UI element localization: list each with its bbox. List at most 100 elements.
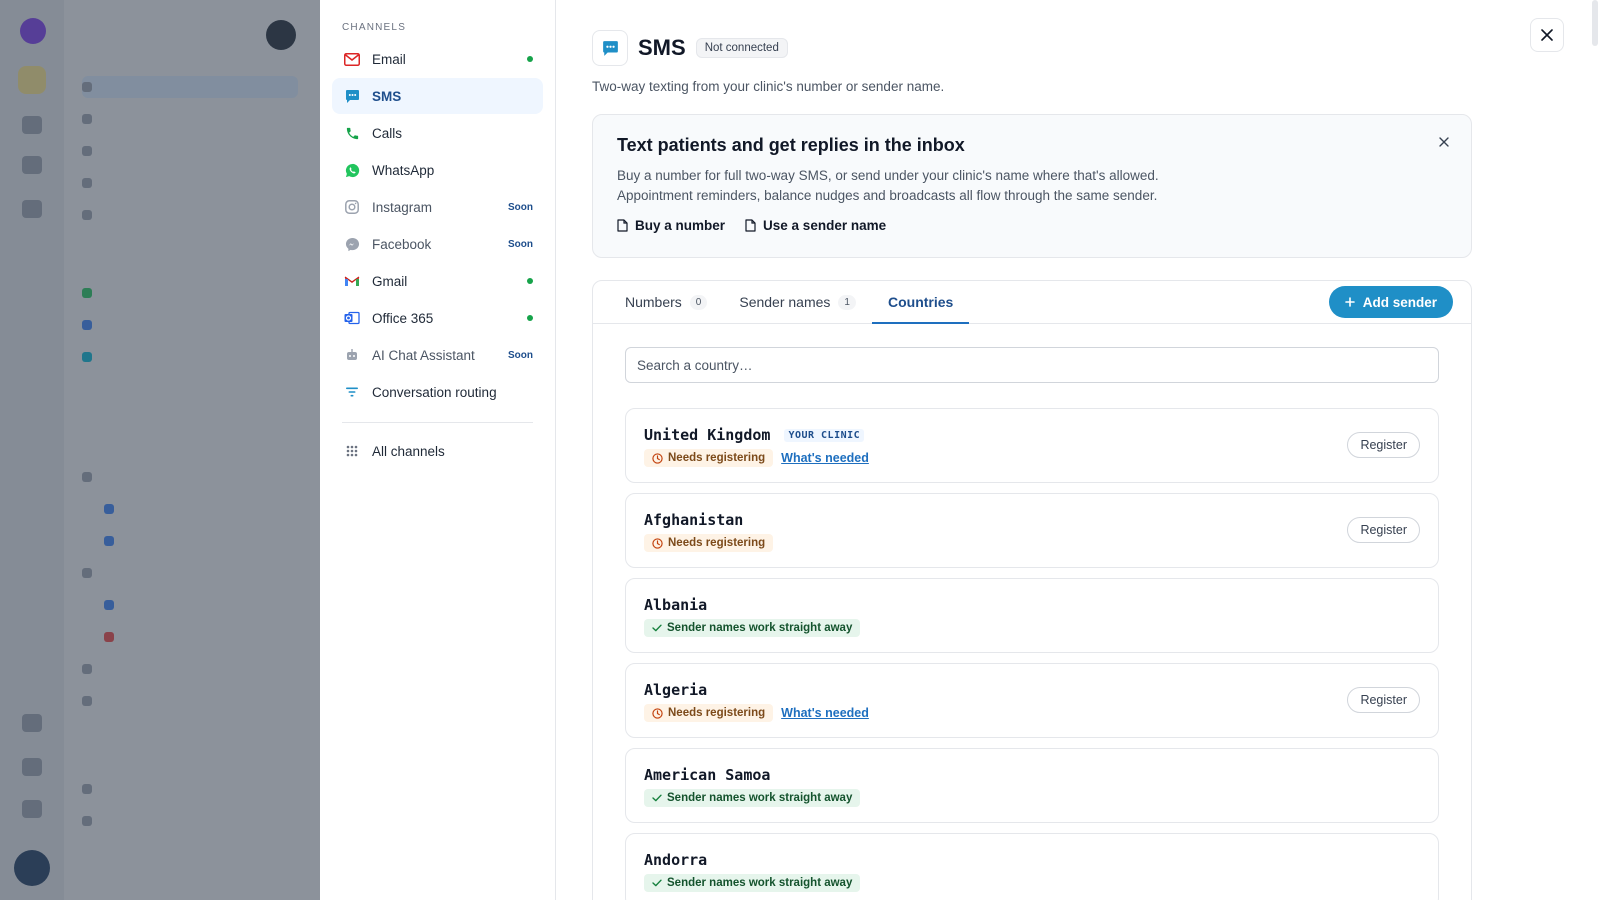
tab-bar: Numbers 0 Sender names 1 Countries Add s…	[593, 281, 1471, 324]
sidebar-item-label: All channels	[372, 443, 445, 459]
tab-label: Countries	[887, 294, 954, 310]
check-icon	[652, 624, 662, 632]
sidebar-item-label: Conversation routing	[372, 384, 497, 400]
robot-icon	[344, 347, 360, 363]
status-badge: Sender names work straight away	[644, 874, 861, 892]
tab-count: 1	[838, 294, 856, 310]
phone-icon	[344, 125, 360, 141]
sms-intro-banner: Text patients and get replies in the inb…	[592, 114, 1472, 258]
country-name: Albania	[644, 596, 708, 614]
register-button[interactable]: Register	[1347, 517, 1420, 543]
tab-label: Numbers	[625, 294, 682, 310]
status-badge: Needs registering	[644, 704, 774, 722]
sidebar-item-instagram[interactable]: Instagram Soon	[332, 189, 543, 225]
use-sender-name-link[interactable]: Use a sender name	[745, 218, 886, 233]
check-icon	[652, 879, 662, 887]
sidebar-item-all-channels[interactable]: All channels	[332, 433, 543, 469]
sidebar-item-facebook[interactable]: Facebook Soon	[332, 226, 543, 262]
tab-numbers[interactable]: Numbers 0	[609, 281, 723, 323]
banner-title: Text patients and get replies in the inb…	[617, 135, 965, 155]
page-header: SMS Not connected	[592, 30, 1600, 66]
sidebar-item-label: Calls	[372, 125, 403, 141]
connected-status-dot	[527, 278, 533, 284]
tab-sender-names[interactable]: Sender names 1	[723, 281, 872, 323]
country-name: Andorra	[644, 851, 708, 869]
sidebar-item-label: Instagram	[372, 199, 433, 215]
sidebar-item-gmail[interactable]: Gmail	[332, 263, 543, 299]
sms-icon	[344, 88, 360, 104]
sms-channel-icon	[592, 30, 628, 66]
plus-icon	[1344, 297, 1355, 307]
sidebar-item-label: Email	[372, 51, 406, 67]
sidebar-item-sms[interactable]: SMS	[332, 78, 543, 114]
channels-sidebar: CHANNELS Email SMS Calls WhatsApp Instag…	[320, 0, 556, 900]
buy-number-link[interactable]: Buy a number	[617, 218, 725, 233]
channels-modal: CHANNELS Email SMS Calls WhatsApp Instag…	[320, 0, 1600, 900]
banner-text: Buy a number for full two-way SMS, or se…	[617, 168, 1159, 183]
gmail-icon	[344, 273, 360, 289]
whats-needed-link[interactable]: What's needed	[781, 451, 869, 465]
country-card-andorra: Andorra Sender names work straight away	[625, 833, 1439, 900]
page-title: SMS	[638, 35, 686, 60]
close-modal-button[interactable]	[1530, 18, 1564, 52]
link-label: Buy a number	[635, 218, 726, 233]
instagram-icon	[344, 199, 360, 215]
sidebar-item-label: Office 365	[372, 310, 434, 326]
sidebar-item-calls[interactable]: Calls	[332, 115, 543, 151]
sidebar-divider	[342, 422, 533, 423]
status-badge: Needs registering	[644, 449, 774, 467]
banner-text: Appointment reminders, balance nudges an…	[617, 188, 1158, 203]
tab-countries[interactable]: Countries	[871, 281, 970, 324]
status-text: Sender names work straight away	[667, 622, 853, 634]
sidebar-item-whatsapp[interactable]: WhatsApp	[332, 152, 543, 188]
whats-needed-link[interactable]: What's needed	[781, 706, 869, 720]
messenger-icon	[344, 236, 360, 252]
country-search-input[interactable]	[625, 347, 1439, 383]
status-text: Needs registering	[668, 452, 766, 464]
country-card-algeria: Algeria Needs registering What's needed …	[625, 663, 1439, 738]
sidebar-item-label: Facebook	[372, 236, 432, 252]
sidebar-item-label: AI Chat Assistant	[372, 347, 475, 363]
country-card-afghanistan: Afghanistan Needs registering Register	[625, 493, 1439, 568]
your-clinic-tag: YOUR CLINIC	[784, 428, 865, 442]
country-card-united-kingdom: United Kingdom YOUR CLINIC Needs registe…	[625, 408, 1439, 483]
status-text: Needs registering	[668, 707, 766, 719]
connection-status-badge: Not connected	[695, 38, 788, 58]
status-badge: Needs registering	[644, 534, 774, 552]
sidebar-item-label: WhatsApp	[372, 162, 435, 178]
close-icon	[1439, 137, 1449, 147]
country-name: Algeria	[644, 681, 708, 699]
whatsapp-icon	[344, 162, 360, 178]
filter-icon	[344, 384, 360, 400]
clock-icon	[652, 537, 663, 549]
clock-icon	[652, 452, 663, 464]
tab-count: 0	[689, 294, 708, 310]
status-badge: Sender names work straight away	[644, 619, 861, 637]
country-name: American Samoa	[644, 766, 771, 784]
country-card-american-samoa: American Samoa Sender names work straigh…	[625, 748, 1439, 823]
sidebar-item-ai-chat-assistant[interactable]: AI Chat Assistant Soon	[332, 337, 543, 373]
register-button[interactable]: Register	[1347, 432, 1420, 458]
status-text: Needs registering	[668, 537, 766, 549]
scrollbar[interactable]	[1592, 0, 1598, 46]
soon-badge: Soon	[508, 201, 533, 213]
soon-badge: Soon	[508, 238, 533, 250]
sidebar-item-office-365[interactable]: Office 365	[332, 300, 543, 336]
banner-actions: Buy a number Use a sender name	[617, 218, 1447, 233]
document-icon	[745, 219, 756, 232]
country-card-albania: Albania Sender names work straight away	[625, 578, 1439, 653]
close-icon	[1541, 29, 1553, 41]
grid-icon	[344, 443, 360, 459]
status-text: Sender names work straight away	[667, 792, 853, 804]
dismiss-banner-button[interactable]	[1435, 133, 1453, 151]
document-icon	[617, 219, 628, 232]
sidebar-item-conversation-routing[interactable]: Conversation routing	[332, 374, 543, 410]
tab-label: Sender names	[739, 294, 831, 310]
status-badge: Sender names work straight away	[644, 789, 861, 807]
register-button[interactable]: Register	[1347, 687, 1420, 713]
page-description: Two-way texting from your clinic's numbe…	[592, 79, 945, 94]
add-sender-button[interactable]: Add sender	[1328, 286, 1453, 318]
sidebar-item-email[interactable]: Email	[332, 41, 543, 77]
country-name: Afghanistan	[644, 511, 744, 529]
connected-status-dot	[527, 315, 533, 321]
